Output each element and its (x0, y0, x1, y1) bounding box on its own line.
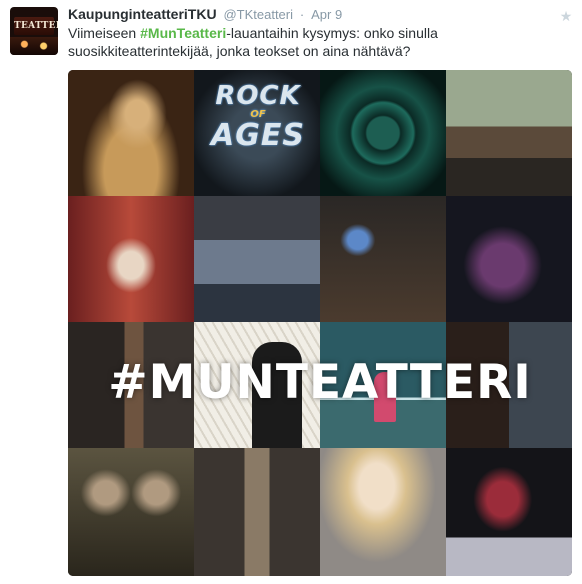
tile-tv-room (320, 196, 446, 322)
tile-sofa (194, 196, 320, 322)
tile-couple-kitchen (446, 70, 572, 196)
tile-girl-doorway (194, 448, 320, 576)
photo-overlay-hashtag: #MUNTEATTERI (108, 355, 532, 410)
tile-cabaret (68, 196, 194, 322)
rock-logo-top: ROCK (215, 81, 301, 111)
favorite-star-icon[interactable]: ★ (558, 8, 574, 24)
tile-actor-purple (446, 196, 572, 322)
tweet-header: KaupunginteatteriTKU @TKteatteri · Apr 9 (68, 6, 342, 24)
tweet-text-before: Viimeiseen (68, 25, 141, 41)
tile-rock-of-ages: ROCK OF AGES (194, 70, 320, 196)
tile-pianist (446, 448, 572, 576)
tile-actor-tunnel (320, 70, 446, 196)
fullname[interactable]: KaupunginteatteriTKU (68, 6, 217, 22)
separator-dot: · (299, 7, 305, 22)
avatar-lights (10, 37, 58, 55)
username[interactable]: @TKteatteri (223, 7, 293, 22)
tile-singer (68, 70, 194, 196)
timestamp[interactable]: Apr 9 (311, 7, 342, 22)
rock-of-ages-logo: ROCK OF AGES (196, 82, 320, 152)
avatar-sign-text: TEATTERI (14, 21, 58, 31)
tile-blonde-woman (320, 448, 446, 576)
tweet: TEATTERI KaupunginteatteriTKU @TKteatter… (0, 0, 582, 584)
tweet-text: Viimeiseen #MunTeatteri-lauantaihin kysy… (68, 24, 568, 60)
avatar[interactable]: TEATTERI (10, 7, 58, 55)
tile-fantasy-women (68, 448, 194, 576)
rock-logo-bottom: AGES (211, 118, 305, 153)
tweet-photo[interactable]: ROCK OF AGES #MUNTEATTERI (68, 70, 572, 576)
hashtag-link[interactable]: #MunTeatteri (140, 25, 226, 41)
avatar-sign: TEATTERI (14, 17, 58, 35)
